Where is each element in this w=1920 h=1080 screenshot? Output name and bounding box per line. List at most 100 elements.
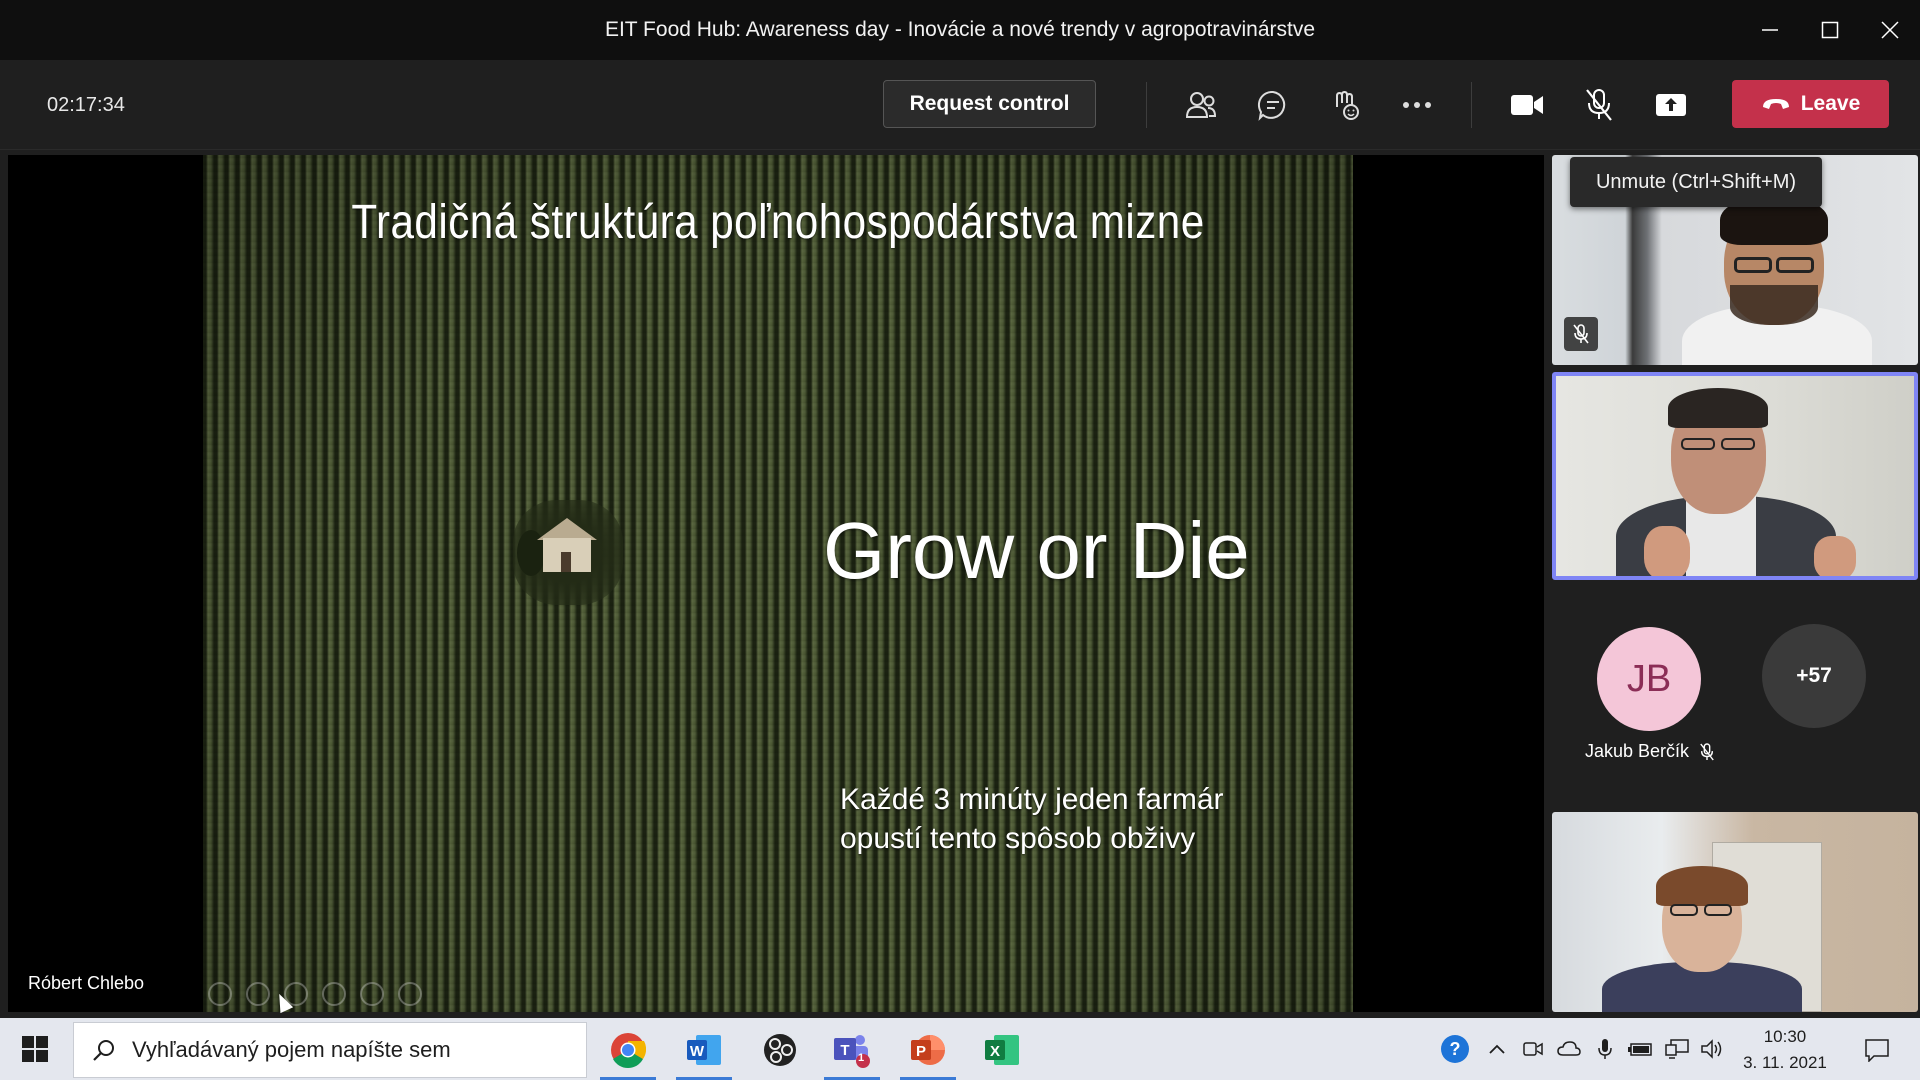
zoom-icon[interactable] [360, 982, 384, 1006]
participant-avatar[interactable]: JB [1597, 627, 1701, 731]
taskbar-search-box[interactable]: Vyhľadávaný pojem napíšte sem [73, 1022, 587, 1078]
network-tray-button[interactable] [1664, 1036, 1690, 1062]
participant-name: Jakub Berčík [1585, 741, 1690, 761]
reactions-button[interactable] [1320, 80, 1370, 130]
participant-video-tile[interactable] [1552, 812, 1918, 1012]
toolbar-divider [1471, 82, 1472, 128]
window-title-bar: EIT Food Hub: Awareness day - Inovácie a… [0, 0, 1920, 60]
people-icon [1185, 92, 1217, 118]
presenter-name: Róbert Chlebo [28, 973, 145, 993]
leave-label: Leave [1800, 92, 1861, 115]
taskbar-app-powerpoint[interactable]: P [896, 1022, 960, 1080]
taskbar-app-teams[interactable]: T 1 [820, 1022, 884, 1080]
reactions-icon [1336, 90, 1359, 120]
shared-screen-stage: Tradičná štruktúra poľnohospodárstva miz… [8, 155, 1544, 1014]
microphone-toggle-button[interactable] [1574, 80, 1624, 130]
taskbar-clock[interactable]: 10:30 3. 11. 2021 [1730, 1024, 1840, 1076]
slide-controls [208, 982, 422, 1006]
meeting-timer: 02:17:34 [47, 94, 125, 116]
play-icon[interactable] [246, 982, 270, 1006]
taskbar-app-chrome[interactable] [596, 1022, 660, 1080]
microphone-tray-button[interactable] [1592, 1036, 1618, 1062]
minimize-icon [1762, 29, 1778, 31]
word-icon: W [687, 1035, 721, 1065]
mic-off-icon [1700, 742, 1714, 760]
leave-button[interactable]: Leave [1732, 80, 1889, 128]
svg-text:X: X [990, 1043, 1000, 1060]
excel-icon: X [985, 1035, 1019, 1065]
svg-text:T: T [840, 1042, 849, 1059]
teams-icon: T [834, 1035, 870, 1068]
chat-icon [1257, 90, 1286, 121]
farmhouse-image [513, 500, 623, 605]
svg-text:P: P [916, 1043, 926, 1060]
participants-rail [1544, 150, 1920, 1012]
webcam-icon [1523, 1042, 1543, 1056]
active-speaker-video-tile[interactable] [1552, 372, 1918, 580]
clock-time: 10:30 [1763, 1027, 1807, 1046]
camera-toggle-button[interactable] [1502, 80, 1552, 130]
close-button[interactable] [1860, 0, 1920, 60]
previous-slide-icon[interactable] [208, 982, 232, 1006]
more-slide-options-icon[interactable] [398, 982, 422, 1006]
powerpoint-icon: P [911, 1035, 945, 1065]
slides-icon[interactable] [322, 982, 346, 1006]
start-button[interactable] [0, 1018, 70, 1080]
share-icon [1656, 94, 1686, 116]
participant-muted-badge [1564, 317, 1598, 351]
svg-text:?: ? [1450, 1039, 1461, 1059]
participant-hand [1644, 526, 1690, 576]
onedrive-tray-button[interactable] [1556, 1036, 1582, 1062]
maximize-icon [1821, 21, 1839, 39]
hang-up-icon [1762, 99, 1789, 109]
network-icon [1665, 1039, 1689, 1059]
participants-button[interactable] [1176, 80, 1226, 130]
unmute-tooltip: Unmute (Ctrl+Shift+M) [1570, 157, 1822, 207]
more-participants-button[interactable]: +57 [1762, 624, 1866, 728]
mic-off-icon [1573, 324, 1589, 344]
notification-icon [1865, 1039, 1889, 1062]
battery-tray-button[interactable] [1628, 1036, 1654, 1062]
clock-date: 3. 11. 2021 [1743, 1053, 1827, 1072]
microphone-icon [1598, 1039, 1612, 1059]
participant-hand [1814, 536, 1856, 576]
chrome-icon [611, 1033, 646, 1068]
windows-taskbar: Vyhľadávaný pojem napíšte sem W T 1 P X … [0, 1018, 1920, 1080]
request-control-button[interactable]: Request control [883, 80, 1096, 128]
help-tray-button[interactable]: ? [1440, 1034, 1470, 1064]
windows-logo-icon [22, 1036, 48, 1062]
svg-text:W: W [690, 1043, 705, 1060]
taskbar-app-excel[interactable]: X [970, 1022, 1034, 1078]
action-center-button[interactable] [1855, 1028, 1899, 1072]
taskbar-app-obs[interactable] [748, 1022, 812, 1078]
window-title: EIT Food Hub: Awareness day - Inovácie a… [604, 18, 1316, 41]
slide-headline: Grow or Die [823, 506, 1250, 595]
more-actions-button[interactable] [1392, 80, 1442, 130]
meet-now-tray-button[interactable] [1520, 1036, 1546, 1062]
minimize-button[interactable] [1740, 0, 1800, 60]
taskbar-app-word[interactable]: W [672, 1022, 736, 1080]
more-icon [1403, 102, 1431, 108]
battery-icon [1628, 1043, 1652, 1056]
camera-icon [1511, 95, 1543, 115]
slide-subtitle: Každé 3 minúty jeden farmár opustí tento… [840, 780, 1224, 858]
slide-subtitle-line-1: Každé 3 minúty jeden farmár [840, 783, 1224, 816]
close-icon [1881, 21, 1899, 39]
share-screen-button[interactable] [1646, 80, 1696, 130]
cloud-icon [1557, 1041, 1581, 1056]
search-icon [93, 1040, 114, 1061]
toolbar-divider [1146, 82, 1147, 128]
mic-off-icon [1586, 89, 1612, 121]
volume-tray-button[interactable] [1700, 1036, 1726, 1062]
slide-subtitle-line-2: opustí tento spôsob obživy [840, 822, 1196, 855]
show-hidden-icons-button[interactable] [1484, 1036, 1510, 1062]
obs-icon [764, 1034, 796, 1066]
chat-button[interactable] [1248, 80, 1298, 130]
presentation-slide: Tradičná štruktúra poľnohospodárstva miz… [203, 155, 1353, 1012]
maximize-button[interactable] [1800, 0, 1860, 60]
slide-title: Tradičná štruktúra poľnohospodárstva miz… [351, 196, 1205, 249]
search-placeholder: Vyhľadávaný pojem napíšte sem [132, 1037, 451, 1062]
teams-notification-badge: 1 [858, 1052, 865, 1064]
chevron-up-icon [1489, 1044, 1505, 1054]
participant-name-row: Jakub Berčík [1585, 741, 1715, 762]
